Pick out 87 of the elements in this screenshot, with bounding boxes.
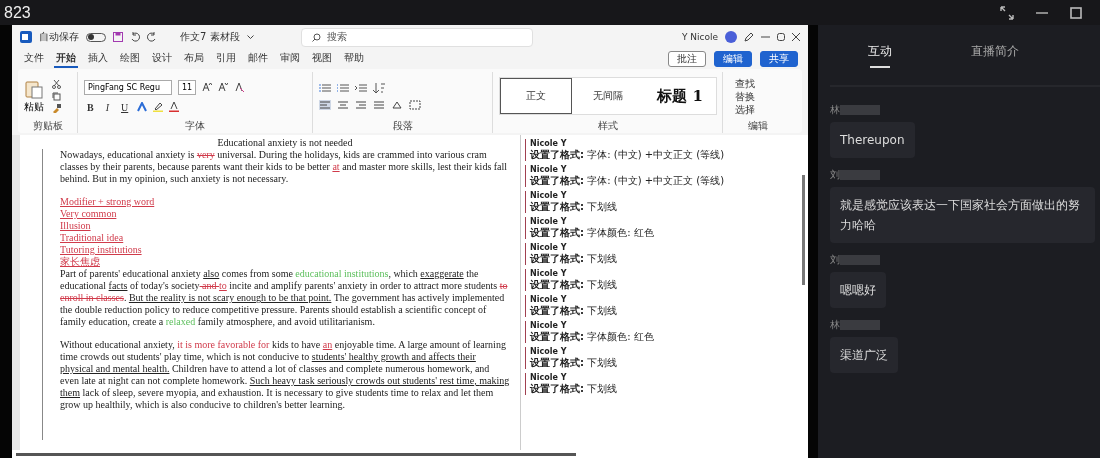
edit-menu-item[interactable]: 替换	[729, 90, 755, 102]
format-button[interactable]: U	[118, 101, 132, 113]
scrollbar[interactable]	[12, 450, 808, 458]
panel-tab[interactable]: 互动	[830, 42, 930, 68]
search-field[interactable]: 搜索	[300, 27, 533, 47]
style-option[interactable]: 无间隔	[572, 78, 644, 114]
chat-message: 渠道广泛	[830, 337, 898, 373]
document-title[interactable]: 作文7 素材段	[180, 30, 240, 44]
close-icon[interactable]	[792, 33, 800, 41]
user-name[interactable]: Y Nicole	[681, 32, 718, 42]
document-paragraph: Part of parents' educational anxiety also comes from some educational institutions, which exaggerate the educational facts of today's society and to incite and amplify parents' anxiety in order to attract more students to enroll in classes. But the reality is not scary enough to be that point. The government has actively implemented the double reduction policy to reduce competitive pressure. Parents should establish a scientific concept of family education, create a relaxed family atmosphere, and avoid utilitarianism.	[60, 268, 509, 328]
avatar[interactable]	[725, 31, 737, 43]
blurred-name	[840, 320, 880, 330]
edit-menu-item[interactable]: 查找	[729, 77, 755, 89]
ribbon-action-button[interactable]: 共享	[760, 51, 798, 67]
redo-icon[interactable]	[147, 32, 157, 42]
menu-tab[interactable]: 设计	[150, 50, 174, 68]
copy-icon[interactable]	[52, 91, 61, 101]
clear-format-icon[interactable]	[234, 82, 245, 92]
minimize-icon[interactable]	[1036, 10, 1048, 15]
menu-tab[interactable]: 插入	[86, 50, 110, 68]
document-paragraph: Illusion	[60, 220, 92, 232]
menu-tab[interactable]: 帮助	[342, 50, 366, 68]
sort-icon[interactable]	[373, 82, 385, 93]
chat-message: 就是感觉应该表达一下国家社会方面做出的努力哈哈	[830, 187, 1095, 243]
sender-name: 林	[830, 103, 840, 117]
shrink-font-icon[interactable]	[218, 82, 229, 92]
document-heading: Educational anxiety is not needed	[216, 137, 354, 149]
search-icon	[311, 32, 321, 42]
document-paragraph: Very common	[60, 208, 118, 220]
font-color-icon[interactable]	[169, 102, 180, 112]
blurred-name	[840, 105, 880, 115]
group-label: 剪贴板	[31, 120, 64, 133]
document-paragraph: Nowadays, educational anxiety is very universal. During the holidays, kids are crammed into various cram classes by their parents, because parents want their kids to be better at and master more skills, lest their kids fall behind. But in my opinion, such anxiety is not necessary.	[60, 149, 509, 185]
sender-name: 刘	[830, 253, 840, 267]
sender-name: 刘	[830, 168, 840, 182]
blurred-name	[840, 170, 880, 180]
word-logo-icon	[20, 31, 32, 43]
menu-tab[interactable]: 文件	[22, 50, 46, 68]
document-paragraph: 家长焦虑	[60, 256, 101, 268]
group-label: 样式	[596, 120, 619, 133]
document-paragraph: Tutoring institutions	[60, 244, 143, 256]
brush-icon[interactable]	[52, 103, 61, 113]
blurred-name	[840, 255, 880, 265]
document-paragraph: Without educational anxiety, it is more favorable for kids to have an enjoyable time. A large amount of learning time crowds out students' play time, which is not conducive to students' healthy growth and affects their physical and mental health. Children have to attend a lot of classes and complete numerous homework, and even late at night can not complete homework. Such heavy task seriously crowds out students' rest time, making them lack of sleep, severe myopia, and exhaustion. It is necessary to give students time to relax and let them grow up healthily, which is also conducive to children's better learning.	[60, 339, 510, 411]
font-size-field[interactable]: 11	[178, 79, 197, 95]
group-label: 段落	[391, 120, 414, 133]
clipboard-icon[interactable]	[25, 78, 43, 99]
chat-message: 嗯嗯好	[830, 272, 886, 308]
caret-icon[interactable]	[246, 34, 254, 40]
save-icon[interactable]	[113, 32, 123, 42]
undo-icon[interactable]	[130, 32, 140, 42]
pen-icon[interactable]	[744, 32, 754, 42]
stream-title: 823	[4, 3, 31, 22]
panel-tab[interactable]: 直播简介	[930, 42, 1060, 68]
style-option[interactable]: 正文	[500, 78, 572, 114]
comment-button[interactable]: 批注	[668, 51, 706, 67]
group-label: 字体	[184, 120, 206, 133]
scissors-icon[interactable]	[52, 79, 61, 89]
edit-menu-item[interactable]: 选择	[729, 103, 755, 115]
menu-tab[interactable]: 绘图	[118, 50, 142, 68]
group-label: 编辑	[747, 120, 769, 133]
shading-icon[interactable]	[391, 99, 403, 110]
paste-label[interactable]: 粘贴	[24, 99, 44, 114]
grow-font-icon[interactable]	[202, 82, 213, 92]
menu-tab[interactable]: 审阅	[278, 50, 302, 68]
sender-name: 林	[830, 318, 840, 332]
align-left-icon[interactable]	[319, 99, 331, 110]
fullscreen-icon[interactable]	[1000, 5, 1014, 20]
maximize-icon[interactable]	[1070, 6, 1082, 19]
menu-tab[interactable]: 邮件	[246, 50, 270, 68]
document-paragraph: Traditional idea	[60, 232, 125, 244]
menu-tab[interactable]: 引用	[214, 50, 238, 68]
restore-icon[interactable]	[777, 33, 785, 41]
document-paragraph: Modifier + strong word	[60, 196, 156, 208]
chat-message: Thereupon	[830, 122, 915, 158]
format-button[interactable]: B	[84, 101, 97, 113]
style-option[interactable]: 标题 1	[644, 78, 716, 114]
text-effects-icon[interactable]	[137, 102, 148, 112]
indent-icon[interactable]	[355, 82, 367, 93]
format-button[interactable]: I	[102, 101, 112, 113]
autosave-label: 自动保存	[39, 30, 79, 44]
menu-tab[interactable]: 视图	[310, 50, 334, 68]
ribbon-action-button[interactable]: 编辑	[714, 51, 752, 67]
highlight-icon[interactable]	[153, 102, 164, 112]
menu-tab[interactable]: 布局	[182, 50, 206, 68]
font-field[interactable]: PingFang SC Regu	[84, 79, 172, 95]
